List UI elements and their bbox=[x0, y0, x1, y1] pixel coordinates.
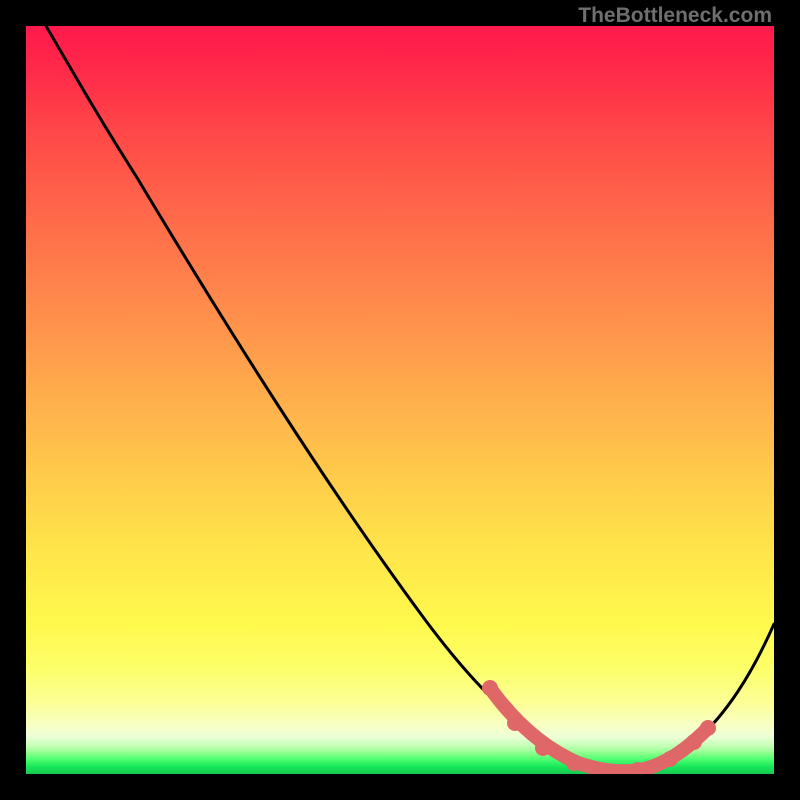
plot-inner bbox=[26, 26, 774, 774]
watermark-text: TheBottleneck.com bbox=[578, 4, 772, 28]
chart-stage: TheBottleneck.com bbox=[0, 0, 800, 800]
curve-overlay bbox=[26, 26, 774, 774]
bottleneck-curve-path bbox=[46, 26, 774, 771]
